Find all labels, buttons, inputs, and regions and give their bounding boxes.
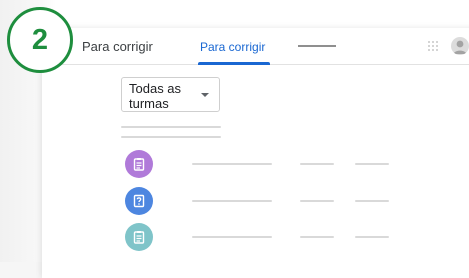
apps-grid-icon[interactable]	[428, 41, 440, 53]
active-tab-indicator	[198, 62, 270, 65]
top-bar: Para corrigir Para corrigir	[42, 28, 469, 65]
task-skeleton-title	[192, 163, 272, 165]
page-title: Para corrigir	[82, 39, 153, 54]
account-icon	[453, 40, 467, 54]
tab-label: Para corrigir	[200, 40, 266, 54]
class-filter-select[interactable]: Todas as turmas	[121, 77, 220, 112]
skeleton-line	[121, 126, 221, 128]
skeleton-line	[121, 136, 221, 138]
tab-to-review[interactable]: Para corrigir	[188, 28, 270, 65]
classroom-window: Para corrigir Para corrigir	[42, 28, 469, 278]
class-filter-value: Todas as turmas	[129, 81, 182, 111]
task-skeleton-meta	[300, 163, 334, 165]
task-skeleton-meta	[355, 200, 389, 202]
task-skeleton-title	[192, 236, 272, 238]
tab-placeholder[interactable]	[298, 42, 336, 50]
task-skeleton-meta	[355, 236, 389, 238]
material-icon[interactable]	[125, 223, 153, 251]
task-skeleton-meta	[300, 236, 334, 238]
dropdown-arrow-icon	[201, 93, 209, 97]
question-icon[interactable]	[125, 187, 153, 215]
task-skeleton-meta	[355, 163, 389, 165]
avatar[interactable]	[451, 37, 469, 55]
tab-placeholder-line	[298, 45, 336, 47]
task-skeleton-title	[192, 200, 272, 202]
assignment-icon[interactable]	[125, 150, 153, 178]
task-skeleton-meta	[300, 200, 334, 202]
step-number-badge: 2	[7, 7, 73, 73]
